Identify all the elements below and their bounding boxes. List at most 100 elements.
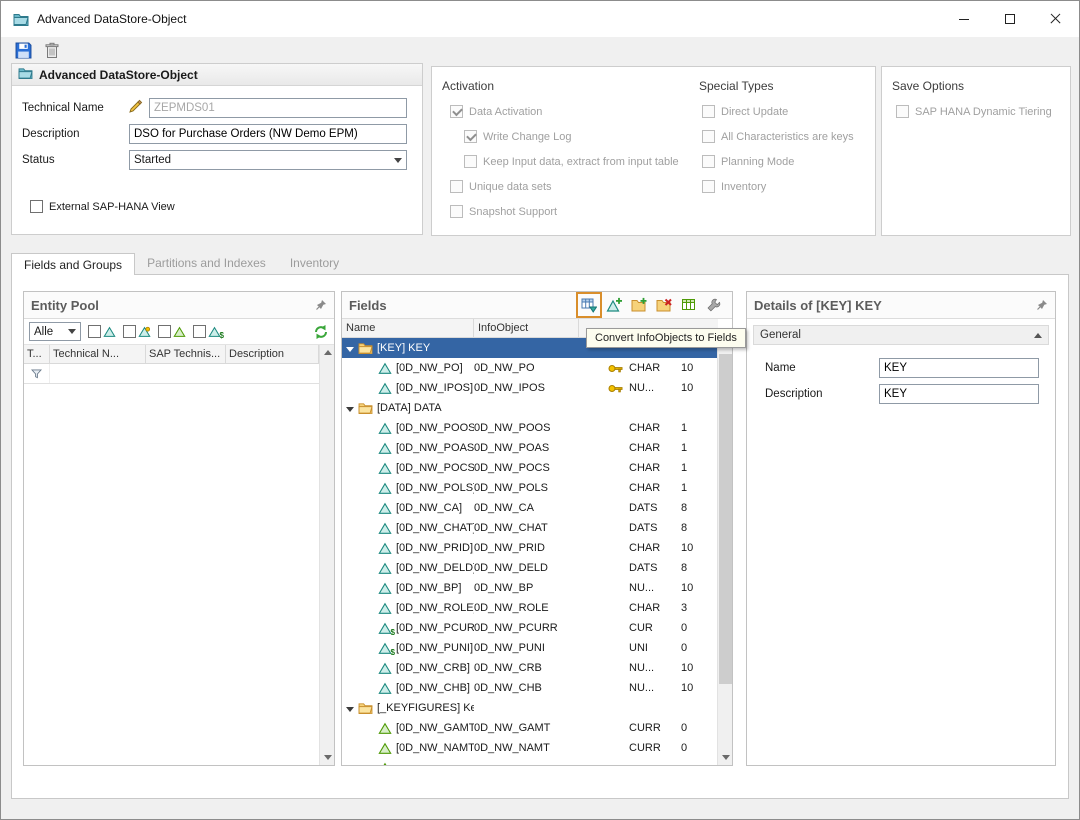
detail-name-input[interactable] xyxy=(879,358,1039,378)
field-name: [0D_NW_DELD] xyxy=(396,562,474,574)
fields-scrollbar[interactable] xyxy=(717,338,732,765)
field-row[interactable]: $ xyxy=(342,758,718,765)
status-select[interactable]: Started xyxy=(129,150,407,170)
convert-infoobjects-to-fields-icon[interactable] xyxy=(578,294,600,316)
field-row[interactable]: $ [0D_NW_POAS] 0D_NW_POAS CHAR 1 xyxy=(342,438,718,458)
field-row[interactable]: $ [0D_NW_PO] 0D_NW_PO CHAR 10 xyxy=(342,358,718,378)
field-name-cell: $ [0D_NW_CA] xyxy=(342,502,474,515)
field-length: 0 xyxy=(681,642,711,654)
column-header[interactable]: Technical N... xyxy=(50,345,146,363)
field-row[interactable]: $ [0D_NW_DELD] 0D_NW_DELD DATS 8 xyxy=(342,558,718,578)
field-row[interactable]: $ [0D_NW_GAMT] 0D_NW_GAMT CURR 0 xyxy=(342,718,718,738)
field-row[interactable]: $ [0D_NW_POLS] 0D_NW_POLS CHAR 1 xyxy=(342,478,718,498)
entity-filter-select[interactable]: Alle xyxy=(29,322,81,341)
field-name-cell: $ [0D_NW_PCURR] xyxy=(342,622,474,635)
manage-fields-icon[interactable] xyxy=(678,294,700,316)
expander-icon[interactable] xyxy=(346,707,354,712)
infoobject-icon: $ xyxy=(378,602,392,615)
funnel-icon xyxy=(24,364,50,383)
field-datatype: NU... xyxy=(629,382,681,394)
scroll-down-icon[interactable] xyxy=(718,750,733,765)
field-row[interactable]: $ [_KEYFIGURES] Key... xyxy=(342,698,718,718)
add-infoobject-icon[interactable] xyxy=(603,294,625,316)
field-row[interactable]: $ [0D_NW_CHB] 0D_NW_CHB NU... 10 xyxy=(342,678,718,698)
field-name: [_KEYFIGURES] Key... xyxy=(377,702,474,714)
add-group-icon[interactable] xyxy=(628,294,650,316)
entity-pool-filter-row[interactable] xyxy=(24,364,319,384)
adso-window-icon xyxy=(13,12,29,26)
folder-icon xyxy=(358,702,373,714)
pencil-icon[interactable] xyxy=(128,99,143,117)
description-input[interactable] xyxy=(129,124,407,144)
detail-description-input[interactable] xyxy=(879,384,1039,404)
tab-fields-and-groups[interactable]: Fields and Groups xyxy=(11,253,135,275)
field-row[interactable]: $ [0D_NW_POOS] 0D_NW_POOS CHAR 1 xyxy=(342,418,718,438)
field-row[interactable]: $ [0D_NW_PUNI] 0D_NW_PUNI UNI 0 xyxy=(342,638,718,658)
field-name-cell: $ [_KEYFIGURES] Key... xyxy=(342,702,474,714)
field-row[interactable]: $ [0D_NW_CA] 0D_NW_CA DATS 8 xyxy=(342,498,718,518)
field-name-cell: $ [0D_NW_POCS] xyxy=(342,462,474,475)
field-row[interactable]: $ [0D_NW_NAMT] 0D_NW_NAMT CURR 0 xyxy=(342,738,718,758)
folder-icon xyxy=(358,342,373,354)
tab-partitions-and-indexes[interactable]: Partitions and Indexes xyxy=(135,252,278,275)
time-characteristic-filter-checkbox[interactable] xyxy=(123,325,136,338)
scrollbar-thumb[interactable] xyxy=(719,354,732,684)
column-header[interactable]: Description xyxy=(226,345,319,363)
field-length: 8 xyxy=(681,562,711,574)
field-name-cell: $ [0D_NW_IPOS] xyxy=(342,382,474,395)
field-name-cell: $ [0D_NW_POOS] xyxy=(342,422,474,435)
save-icon[interactable] xyxy=(15,42,32,59)
pin-icon[interactable] xyxy=(315,299,327,311)
refresh-icon[interactable] xyxy=(313,324,329,340)
infoobject-name: 0D_NW_POLS xyxy=(474,482,579,494)
scroll-up-icon[interactable] xyxy=(320,345,335,360)
column-header[interactable]: InfoObject xyxy=(474,319,579,337)
unit-icon xyxy=(173,326,186,338)
column-header[interactable]: Name xyxy=(342,319,474,337)
maximize-icon[interactable] xyxy=(987,1,1033,37)
expander-icon[interactable] xyxy=(346,407,354,412)
tab-inventory[interactable]: Inventory xyxy=(278,252,351,275)
field-row[interactable]: $ [0D_NW_ROLE] 0D_NW_ROLE CHAR 3 xyxy=(342,598,718,618)
field-name-cell: $ [0D_NW_CHB] xyxy=(342,682,474,695)
field-name-cell: $ [0D_NW_PUNI] xyxy=(342,642,474,655)
field-row[interactable]: $ [0D_NW_IPOS] 0D_NW_IPOS NU... 10 xyxy=(342,378,718,398)
field-row[interactable]: $ [0D_NW_CRB] 0D_NW_CRB NU... 10 xyxy=(342,658,718,678)
expander-icon[interactable] xyxy=(346,347,354,352)
external-hana-view-checkbox[interactable]: External SAP-HANA View xyxy=(30,200,175,213)
field-length: 0 xyxy=(681,622,711,634)
checkbox-box xyxy=(450,105,463,118)
field-name-cell: $ [0D_NW_CRB] xyxy=(342,662,474,675)
chevron-down-icon xyxy=(68,329,76,334)
field-row[interactable]: $ [0D_NW_PCURR] 0D_NW_PCURR CUR 0 xyxy=(342,618,718,638)
save-options-title: Save Options xyxy=(892,79,964,93)
column-header[interactable]: T... xyxy=(24,345,50,363)
field-row[interactable]: $ [0D_NW_CHAT] 0D_NW_CHAT DATS 8 xyxy=(342,518,718,538)
general-section-header[interactable]: General xyxy=(753,325,1049,345)
field-name: [KEY] KEY xyxy=(377,342,430,354)
infoobject-icon: $ xyxy=(378,682,392,695)
field-length: 10 xyxy=(681,662,711,674)
close-icon[interactable] xyxy=(1033,1,1079,37)
entity-pool-scrollbar[interactable] xyxy=(319,345,334,765)
field-row[interactable]: $ [DATA] DATA xyxy=(342,398,718,418)
currency-filter-checkbox[interactable] xyxy=(193,325,206,338)
delete-icon[interactable] xyxy=(45,42,59,59)
entity-filter-value: Alle xyxy=(34,326,53,338)
checkbox-box xyxy=(450,205,463,218)
characteristic-filter-checkbox[interactable] xyxy=(88,325,101,338)
column-header[interactable]: SAP Technis... xyxy=(146,345,226,363)
field-row[interactable]: $ [0D_NW_BP] 0D_NW_BP NU... 10 xyxy=(342,578,718,598)
collapse-icon xyxy=(1034,333,1042,338)
remove-group-icon[interactable] xyxy=(653,294,675,316)
field-row[interactable]: $ [0D_NW_POCS] 0D_NW_POCS CHAR 1 xyxy=(342,458,718,478)
scroll-down-icon[interactable] xyxy=(320,750,335,765)
unit-filter-checkbox[interactable] xyxy=(158,325,171,338)
entity-pool-header-row: T... Technical N... SAP Technis... Descr… xyxy=(24,345,319,364)
field-row[interactable]: $ [0D_NW_PRID] 0D_NW_PRID CHAR 10 xyxy=(342,538,718,558)
minimize-icon[interactable] xyxy=(941,1,987,37)
fields-tree: $ [KEY] KEY xyxy=(342,338,718,765)
pin-icon[interactable] xyxy=(1036,299,1048,311)
edit-properties-icon[interactable] xyxy=(703,294,725,316)
field-name: [0D_NW_ROLE] xyxy=(396,602,474,614)
